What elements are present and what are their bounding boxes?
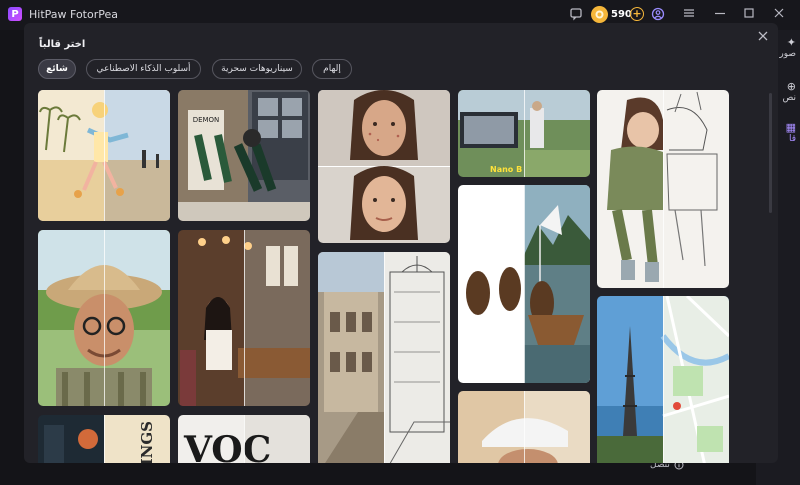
sidebar-item-text[interactable]: ⊕ نص: [782, 80, 796, 103]
before-after-divider: [384, 252, 385, 463]
minimize-icon[interactable]: [712, 7, 728, 23]
coin-count: 590: [611, 9, 632, 20]
tab-magic-scenarios[interactable]: سيناريوهات سحرية: [212, 59, 302, 79]
tab-ai-style[interactable]: أسلوب الذكاء الاصطناعي: [86, 59, 201, 79]
nano-label: Nano B: [490, 165, 523, 174]
svg-text:DEMON: DEMON: [193, 116, 220, 124]
template-card-face-retouch[interactable]: [318, 90, 450, 243]
maximize-icon[interactable]: [741, 7, 757, 23]
sparkle-icon: ✦: [786, 36, 796, 49]
template-card-poster-voc[interactable]: VOC: [178, 415, 310, 463]
text-add-icon: ⊕: [786, 80, 796, 93]
template-card-figure-model[interactable]: DEMON: [178, 90, 310, 221]
template-card-anime-beach[interactable]: [38, 90, 170, 221]
account-icon[interactable]: [650, 7, 666, 23]
app-logo-letter: P: [11, 8, 19, 20]
before-after-divider: [244, 415, 245, 463]
template-card-nano-banana[interactable]: Nano B: [458, 90, 590, 177]
message-icon[interactable]: [568, 7, 584, 23]
before-after-divider: [524, 185, 525, 383]
modal-title: اختر قالباً: [39, 39, 86, 50]
menu-icon[interactable]: [681, 7, 697, 23]
template-card-anime-sketch[interactable]: [597, 90, 729, 288]
sidebar-item-images[interactable]: ✦ صور: [779, 36, 796, 59]
before-after-divider: [104, 230, 105, 406]
close-modal-icon[interactable]: [756, 30, 770, 44]
template-card-cafe-woman[interactable]: [178, 230, 310, 406]
template-card-cap-portrait[interactable]: [458, 391, 590, 463]
before-after-divider: [244, 230, 245, 406]
sidebar-item-label: نص: [782, 93, 796, 103]
sidebar-item-label: قا: [788, 134, 796, 144]
before-after-divider: [524, 391, 525, 463]
template-card-beavers-boat[interactable]: [458, 185, 590, 383]
close-window-icon[interactable]: [771, 7, 787, 23]
sidebar-item-templates-inner: ▦ قا: [786, 121, 796, 144]
scrollbar-thumb[interactable]: [769, 93, 772, 213]
app-title: HitPaw FotorPea: [29, 8, 118, 21]
poster-text-lings: LINGS: [138, 421, 156, 463]
before-after-divider: [663, 90, 664, 288]
template-card-old-man-portrait[interactable]: [38, 230, 170, 406]
coin-icon: [591, 6, 608, 23]
before-after-divider: [663, 296, 664, 463]
add-coins-icon[interactable]: +: [630, 7, 644, 21]
tab-popular[interactable]: شائع: [38, 59, 76, 79]
template-picker-modal: اختر قالباً شائع أسلوب الذكاء الاصطناعي …: [24, 23, 778, 463]
before-after-divider: [524, 90, 525, 177]
poster-text-voc: VOC: [184, 429, 272, 463]
template-card-paris-map[interactable]: [597, 296, 729, 463]
before-after-divider: [104, 90, 105, 221]
template-card-architecture-sketch[interactable]: [318, 252, 450, 463]
app-logo: P: [8, 7, 22, 21]
template-icon: ▦: [785, 121, 796, 134]
tab-inspiration[interactable]: إلهام: [312, 59, 352, 79]
before-after-divider: [104, 415, 105, 463]
template-card-poster-lings[interactable]: LINGS: [38, 415, 170, 463]
sidebar-item-label: صور: [779, 49, 796, 59]
